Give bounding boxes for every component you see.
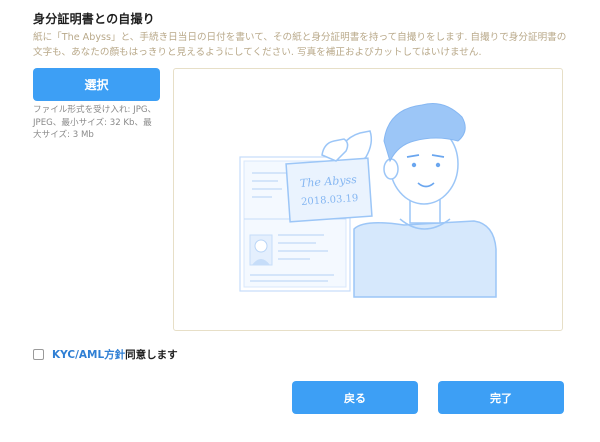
paper-note: The Abyss 2018.03.19 bbox=[285, 157, 373, 223]
person-eye-right bbox=[435, 162, 441, 168]
person-shirt bbox=[353, 220, 497, 298]
section-description: 紙に「The Abyss」と、手続き日当日の日付を書いて、その紙と身分証明書を持… bbox=[33, 32, 567, 58]
file-format-info: ファイル形式を受け入れ: JPG、JPEG、最小サイズ: 32 Kb、最大サイズ… bbox=[33, 105, 157, 140]
kyc-agreement: KYC/AML方針 同意します bbox=[33, 347, 178, 362]
person-eye-left bbox=[411, 162, 417, 168]
upload-preview-area[interactable]: The Abyss 2018.03.19 bbox=[173, 68, 563, 331]
section-title: 身分証明書との自撮り bbox=[33, 12, 155, 26]
kyc-aml-policy-link[interactable]: KYC/AML方針 bbox=[52, 347, 125, 362]
done-button[interactable]: 完了 bbox=[438, 381, 564, 414]
person-ear bbox=[383, 158, 399, 180]
agreement-checkbox[interactable] bbox=[33, 349, 44, 360]
select-file-button[interactable]: 選択 bbox=[33, 68, 160, 101]
agreement-suffix: 同意します bbox=[125, 349, 178, 361]
selfie-example-illustration: The Abyss 2018.03.19 bbox=[239, 103, 497, 298]
back-button[interactable]: 戻る bbox=[292, 381, 418, 414]
selfie-upload-page: 身分証明書との自撮り 紙に「The Abyss」と、手続き日当日の日付を書いて、… bbox=[0, 0, 600, 442]
